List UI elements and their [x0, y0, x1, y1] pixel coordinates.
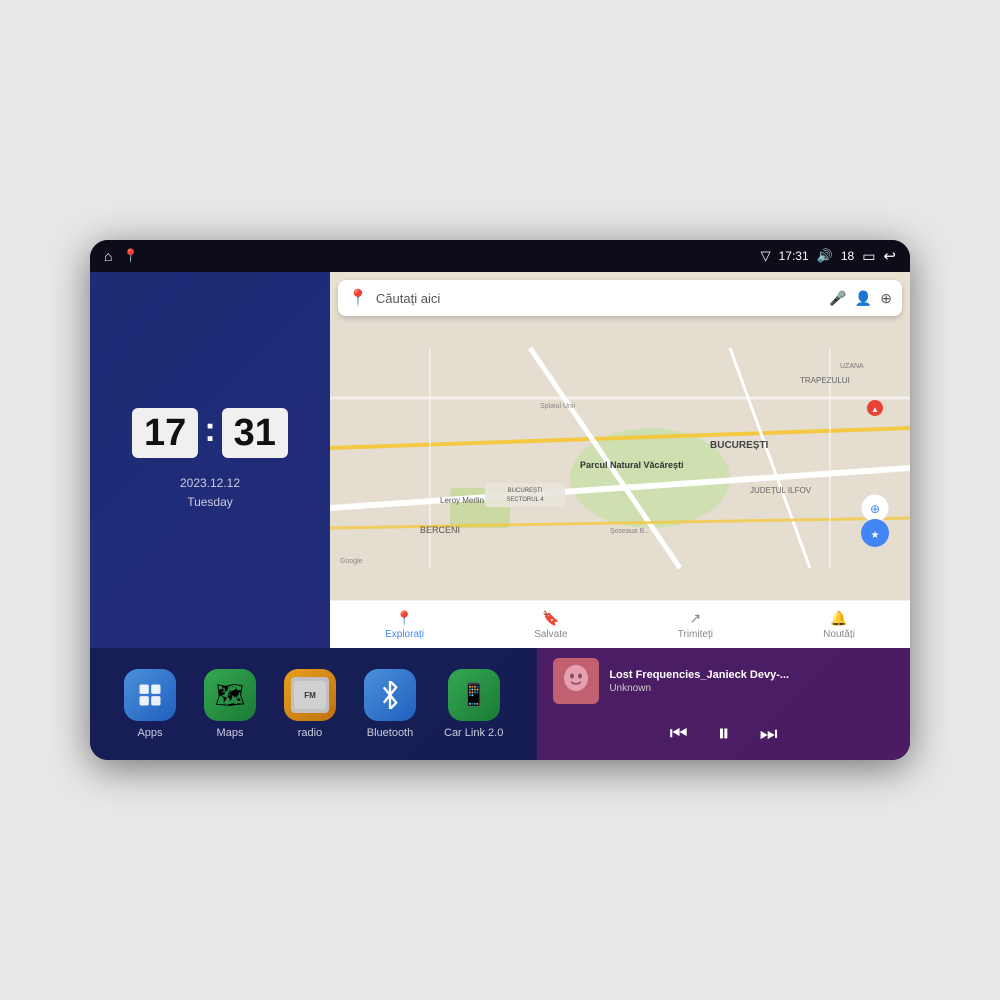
- svg-text:Parcul Natural Văcărești: Parcul Natural Văcărești: [580, 460, 684, 470]
- explore-icon: 📍: [396, 610, 413, 627]
- svg-text:★: ★: [871, 530, 880, 541]
- status-right: ▽ 17:31 🔊 18 ▭ ↩: [761, 247, 896, 265]
- music-artist: Unknown: [609, 683, 894, 694]
- app-item-bluetooth[interactable]: Bluetooth: [350, 665, 430, 743]
- svg-text:BUCUREȘTI: BUCUREȘTI: [508, 488, 543, 494]
- share-label: Trimiteți: [678, 629, 713, 640]
- layers-icon[interactable]: ⊕: [880, 290, 892, 307]
- svg-text:UZANA: UZANA: [840, 363, 864, 370]
- app-item-carlink[interactable]: 📱 Car Link 2.0: [430, 665, 517, 743]
- saved-icon: 🔖: [542, 610, 559, 627]
- main-screen: 17 : 31 2023.12.12 Tuesday 📍 Căutați aic…: [90, 272, 910, 760]
- svg-text:▲: ▲: [871, 405, 879, 414]
- app-item-apps[interactable]: Apps: [110, 665, 190, 743]
- music-player: Lost Frequencies_Janieck Devy-... Unknow…: [537, 648, 910, 760]
- mic-icon[interactable]: 🎤: [829, 290, 846, 307]
- maps-label: Maps: [217, 727, 244, 739]
- battery-icon: ▭: [862, 248, 875, 265]
- news-icon: 🔔: [830, 610, 847, 627]
- map-nav-news[interactable]: 🔔 Noutăți: [823, 610, 855, 640]
- top-section: 17 : 31 2023.12.12 Tuesday 📍 Căutați aic…: [90, 272, 910, 648]
- signal-icon: ▽: [761, 248, 771, 264]
- next-button[interactable]: ⏭: [760, 723, 778, 746]
- saved-label: Salvate: [534, 629, 567, 640]
- svg-text:SECTORUL 4: SECTORUL 4: [506, 497, 544, 503]
- share-icon: ↗: [689, 610, 701, 627]
- svg-text:Google: Google: [340, 558, 363, 565]
- play-pause-button[interactable]: ⏸: [718, 720, 730, 748]
- map-search-text[interactable]: Căutați aici: [376, 291, 821, 306]
- svg-text:⊕: ⊕: [870, 502, 880, 516]
- map-search-bar[interactable]: 📍 Căutați aici 🎤 👤 ⊕: [338, 280, 902, 316]
- volume-icon: 🔊: [817, 248, 833, 264]
- apps-label: Apps: [137, 727, 162, 739]
- carlink-icon: 📱: [448, 669, 500, 721]
- svg-text:Splaiul Unii: Splaiul Unii: [540, 403, 575, 410]
- music-title: Lost Frequencies_Janieck Devy-...: [609, 669, 894, 681]
- status-time: 17:31: [779, 249, 809, 263]
- radio-icon: FM: [284, 669, 336, 721]
- album-art: [553, 658, 599, 704]
- fake-map: Parcul Natural Văcărești Leroy Merlin BU…: [330, 316, 910, 600]
- map-nav-explore[interactable]: 📍 Explorați: [385, 610, 424, 640]
- music-info-row: Lost Frequencies_Janieck Devy-... Unknow…: [553, 658, 894, 704]
- volume-level: 18: [841, 249, 854, 263]
- maps-status-icon[interactable]: 📍: [122, 248, 138, 264]
- carlink-label: Car Link 2.0: [444, 727, 503, 739]
- home-icon[interactable]: ⌂: [104, 248, 112, 264]
- svg-text:TRAPEZULUI: TRAPEZULUI: [800, 376, 850, 385]
- apps-icon: [124, 669, 176, 721]
- map-bottom-bar: 📍 Explorați 🔖 Salvate ↗ Trimiteți 🔔: [330, 600, 910, 648]
- bluetooth-label: Bluetooth: [367, 727, 413, 739]
- svg-text:Șoseaua B...: Șoseaua B...: [610, 528, 650, 535]
- radio-label: radio: [298, 727, 322, 739]
- svg-text:BERCENI: BERCENI: [420, 525, 460, 535]
- map-pin-icon: 📍: [348, 288, 368, 308]
- map-nav-saved[interactable]: 🔖 Salvate: [534, 610, 567, 640]
- map-svg: Parcul Natural Văcărești Leroy Merlin BU…: [330, 316, 910, 600]
- clock-colon: :: [204, 411, 215, 450]
- map-panel[interactable]: 📍 Căutați aici 🎤 👤 ⊕: [330, 272, 910, 648]
- svg-text:BUCUREȘTI: BUCUREȘTI: [710, 440, 769, 451]
- status-left: ⌂ 📍: [104, 248, 139, 264]
- clock-hour: 17: [132, 408, 198, 458]
- status-bar: ⌂ 📍 ▽ 17:31 🔊 18 ▭ ↩: [90, 240, 910, 272]
- clock-display: 17 : 31: [132, 408, 288, 458]
- app-item-maps[interactable]: 🗺 Maps: [190, 665, 270, 743]
- back-icon[interactable]: ↩: [883, 247, 896, 265]
- map-nav-share[interactable]: ↗ Trimiteți: [678, 610, 713, 640]
- prev-button[interactable]: ⏮: [670, 723, 688, 746]
- clock-panel: 17 : 31 2023.12.12 Tuesday: [90, 272, 330, 648]
- clock-minute: 31: [222, 408, 288, 458]
- app-bar: Apps 🗺 Maps FM: [90, 648, 910, 760]
- app-shortcuts: Apps 🗺 Maps FM: [90, 648, 537, 760]
- music-controls: ⏮ ⏸ ⏭: [553, 720, 894, 748]
- account-icon[interactable]: 👤: [855, 290, 872, 307]
- map-search-icons: 🎤 👤 ⊕: [829, 290, 892, 307]
- music-info: Lost Frequencies_Janieck Devy-... Unknow…: [609, 669, 894, 694]
- maps-icon-btn: 🗺: [204, 669, 256, 721]
- explore-label: Explorați: [385, 629, 424, 640]
- clock-date: 2023.12.12 Tuesday: [180, 474, 240, 512]
- device-shell: ⌂ 📍 ▽ 17:31 🔊 18 ▭ ↩ 17 : 31 2023.12.1: [90, 240, 910, 760]
- bluetooth-icon: [364, 669, 416, 721]
- news-label: Noutăți: [823, 629, 855, 640]
- svg-text:JUDEȚUL ILFOV: JUDEȚUL ILFOV: [750, 486, 812, 495]
- app-item-radio[interactable]: FM radio: [270, 665, 350, 743]
- svg-text:Leroy Merlin: Leroy Merlin: [440, 496, 484, 505]
- map-content: 📍 Căutați aici 🎤 👤 ⊕: [330, 272, 910, 648]
